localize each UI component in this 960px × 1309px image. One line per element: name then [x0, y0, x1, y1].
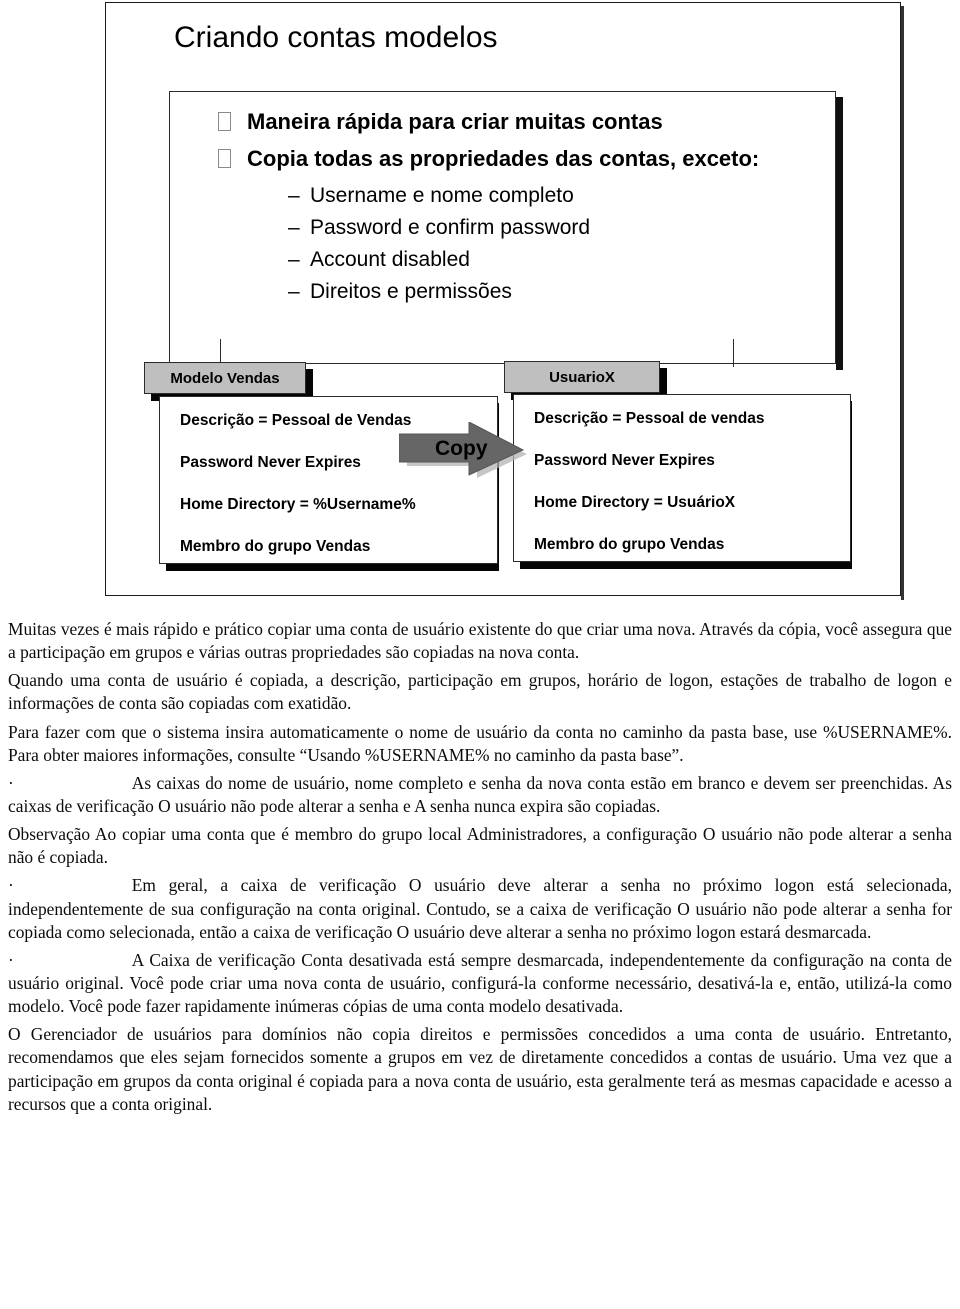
right-card-tab-label: UsuarioX: [549, 368, 615, 386]
right-card-tab: UsuarioX: [504, 361, 660, 393]
right-card-line: Membro do grupo Vendas: [534, 536, 725, 553]
bullet-item-level1: Maneira rápida para criar muitas contas: [170, 106, 835, 137]
bullet-marker: ·: [8, 875, 14, 896]
dash-bullet-icon: –: [288, 280, 300, 304]
connector-right: [733, 339, 735, 367]
bullet-item-level1: Copia todas as propriedades das contas, …: [170, 143, 835, 174]
paragraph-bulleted: · A Caixa de verificação Conta desativada…: [8, 949, 952, 1018]
dash-bullet-icon: –: [288, 248, 300, 272]
left-card-tab-label: Modelo Vendas: [170, 369, 280, 387]
left-card-tab: Modelo Vendas: [144, 362, 306, 394]
left-card-shadow-bottom: [166, 563, 499, 571]
bullet-marker: ·: [8, 772, 14, 793]
bullet-label: Direitos e permissões: [310, 280, 512, 304]
slide-title: Criando contas modelos: [174, 21, 498, 54]
bullet-marker: ·: [8, 949, 14, 970]
bullet-label: Account disabled: [310, 248, 470, 272]
right-card-line: Home Directory = UsuárioX: [534, 494, 736, 511]
right-card-line: Password Never Expires: [534, 452, 715, 469]
bullet-box-shadow: [836, 97, 843, 370]
copy-arrow-label: Copy: [435, 437, 488, 460]
paragraph-bulleted: · Em geral, a caixa de verificação O usuá…: [8, 874, 952, 943]
bullet-label: Password e confirm password: [310, 216, 591, 240]
left-card-line: Membro do grupo Vendas: [180, 538, 371, 555]
paragraph-bulleted: · As caixas do nome de usuário, nome comp…: [8, 772, 952, 818]
slide-edge-shadow: [901, 6, 904, 600]
bullet-label: Username e nome completo: [310, 184, 574, 208]
copy-arrow: Copy: [398, 421, 531, 480]
right-card-line: Descrição = Pessoal de vendas: [534, 410, 765, 427]
bullet-content-box: Maneira rápida para criar muitas contas …: [169, 91, 836, 364]
bullet-item-level2: – Direitos e permissões: [170, 276, 835, 308]
left-card-line: Password Never Expires: [180, 454, 361, 471]
dash-bullet-icon: –: [288, 184, 300, 208]
paragraph: Muitas vezes é mais rápido e prático cop…: [8, 619, 952, 663]
bullet-label: Copia todas as propriedades das contas, …: [247, 146, 760, 172]
bullet-item-level2: – Username e nome completo: [170, 180, 835, 212]
paragraph: Quando uma conta de usuário é copiada, a…: [8, 670, 952, 714]
bullet-label: Maneira rápida para criar muitas contas: [247, 109, 663, 134]
right-card-shadow-bottom: [520, 561, 852, 569]
square-bullet-icon: [218, 149, 231, 169]
bullet-item-level2: – Account disabled: [170, 244, 835, 276]
right-card: Descrição = Pessoal de vendas Password N…: [513, 394, 851, 562]
paragraph: O Gerenciador de usuários para domínios …: [8, 1024, 952, 1114]
paragraph-text: As caixas do nome de usuário, nome compl…: [8, 772, 952, 816]
paragraph-text: A Caixa de verificação Conta desativada …: [8, 949, 952, 1017]
left-card-line: Home Directory = %Username%: [180, 496, 416, 513]
paragraph-note: Observação Ao copiar uma conta que é mem…: [8, 824, 952, 868]
bullet-item-level2: – Password e confirm password: [170, 212, 835, 244]
presentation-slide: Criando contas modelos Maneira rápida pa…: [105, 2, 960, 596]
bullet-list: Maneira rápida para criar muitas contas …: [170, 106, 835, 308]
square-bullet-icon: [218, 112, 231, 131]
left-card-line: Descrição = Pessoal de Vendas: [180, 412, 412, 429]
dash-bullet-icon: –: [288, 216, 300, 240]
body-text-block: Muitas vezes é mais rápido e prático cop…: [8, 618, 952, 1121]
paragraph: Para fazer com que o sistema insira auto…: [8, 721, 952, 765]
paragraph-text: Em geral, a caixa de verificação O usuár…: [8, 875, 952, 942]
